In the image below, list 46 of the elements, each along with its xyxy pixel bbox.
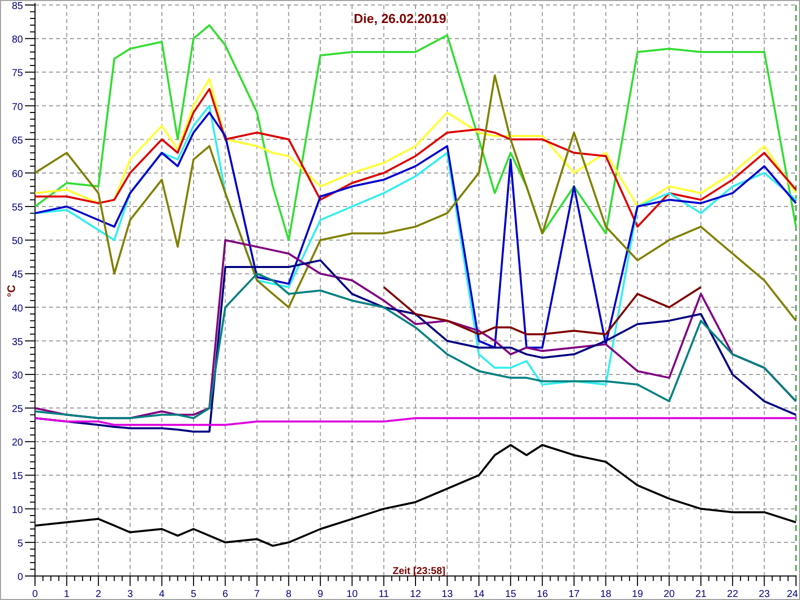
axis-tick-label: 15 bbox=[12, 471, 23, 482]
axis-tick-label: 65 bbox=[12, 135, 23, 146]
axis-tick-label: 8 bbox=[286, 589, 292, 599]
axis-tick-label: 12 bbox=[410, 589, 422, 599]
axis-tick-label: 23 bbox=[758, 589, 770, 599]
axis-tick-label: 3 bbox=[127, 589, 133, 599]
axis-tick-label: 0 bbox=[32, 589, 38, 599]
axis-tick-label: 45 bbox=[12, 270, 23, 281]
axis-tick-label: 9 bbox=[318, 589, 324, 599]
axis-tick-label: 50 bbox=[12, 236, 23, 248]
axis-tick-label: 14 bbox=[473, 589, 484, 599]
chart-title: Die, 26.02.2019 bbox=[354, 11, 446, 26]
axis-tick-label: 5 bbox=[17, 538, 23, 550]
axis-tick-label: 40 bbox=[12, 303, 23, 314]
axis-tick-label: 22 bbox=[727, 589, 738, 599]
axis-tick-label: 10 bbox=[12, 504, 23, 516]
axis-tick-label: 13 bbox=[442, 589, 453, 599]
axis-tick-label: 0 bbox=[17, 572, 23, 583]
axis-tick-label: 20 bbox=[12, 438, 23, 449]
axis-tick-label: 25 bbox=[12, 404, 23, 416]
axis-tick-label: 2 bbox=[96, 589, 102, 599]
axis-tick-label: 7 bbox=[254, 589, 260, 599]
axis-tick-label: 5 bbox=[190, 589, 196, 599]
axis-tick-label: 60 bbox=[12, 168, 23, 180]
axis-tick-label: 35 bbox=[12, 336, 23, 348]
axis-tick-label: 10 bbox=[346, 589, 358, 599]
axis-tick-label: 80 bbox=[12, 34, 23, 46]
axis-tick-label: 6 bbox=[222, 589, 228, 599]
axis-tick-label: 1 bbox=[64, 589, 70, 599]
axis-tick-label: 16 bbox=[536, 589, 548, 599]
axis-tick-label: 4 bbox=[159, 589, 165, 599]
axis-tick-label: 85 bbox=[12, 1, 23, 12]
axis-tick-label: 21 bbox=[695, 589, 706, 599]
axis-tick-label: 55 bbox=[12, 202, 23, 214]
axis-tick-label: 24 bbox=[786, 589, 798, 599]
axis-tick-label: 30 bbox=[12, 370, 23, 382]
axis-tick-label: 15 bbox=[505, 589, 516, 599]
axis-tick-label: 18 bbox=[600, 589, 612, 599]
axis-tick-label: 11 bbox=[378, 589, 389, 599]
axis-tick-label: 19 bbox=[632, 589, 644, 599]
axis-tick-label: 75 bbox=[12, 68, 23, 80]
axis-tick-label: 70 bbox=[12, 102, 23, 113]
axis-tick-label: 17 bbox=[568, 589, 580, 599]
axis-tick-label: 20 bbox=[664, 589, 675, 599]
x-axis-label: Zeit [23:58] bbox=[392, 566, 446, 577]
y-axis-label: °C bbox=[6, 284, 18, 298]
